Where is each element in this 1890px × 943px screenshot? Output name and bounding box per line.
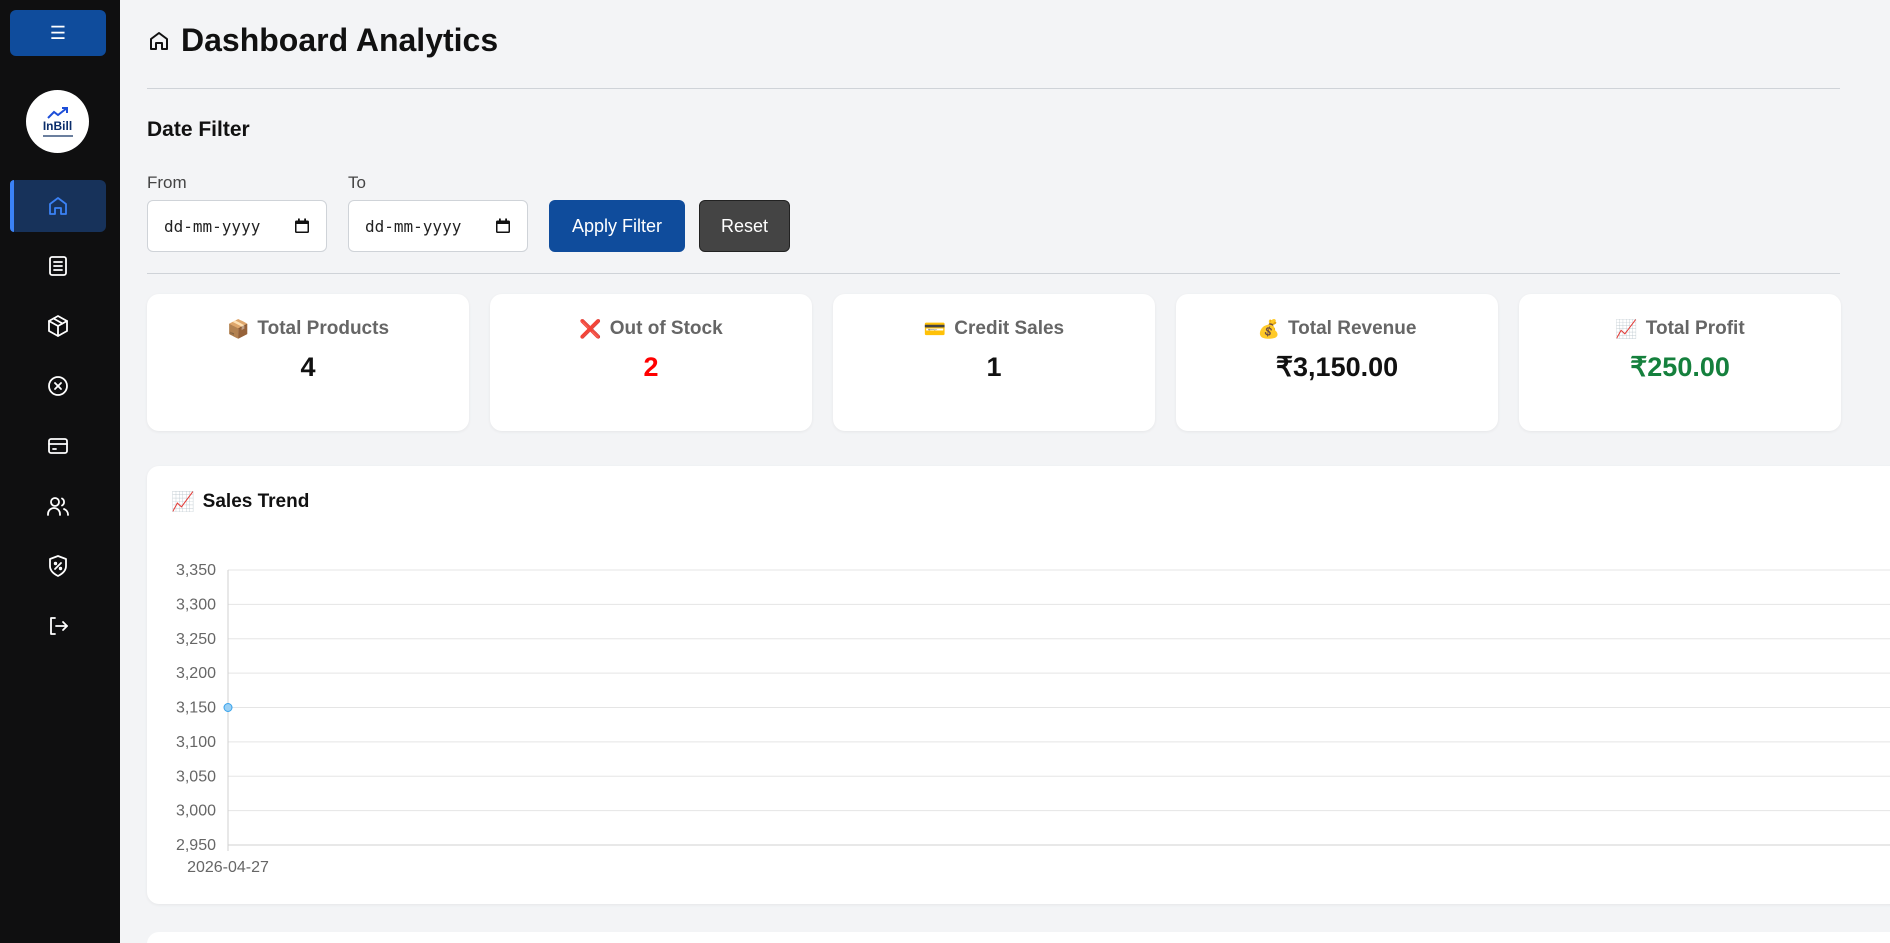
stat-label: Total Profit [1645,318,1745,339]
chart-header: 📈 Sales Trend [171,490,309,514]
logo-chart-icon [46,107,68,119]
y-tick-label: 3,300 [176,596,216,613]
sidebar-nav [10,180,106,660]
money-bag-icon: 💰 [1257,318,1280,339]
sidebar-item-products[interactable] [10,300,106,352]
y-tick-label: 3,200 [176,665,216,682]
divider [147,88,1840,89]
sidebar-item-discounts[interactable] [10,540,106,592]
users-icon [47,497,69,516]
credit-card-icon [48,438,68,454]
page-header: Dashboard Analytics [147,22,498,59]
chart-up-icon: 📈 [171,492,195,513]
stat-label: Total Products [257,318,390,339]
sidebar-item-customers[interactable] [10,480,106,532]
y-tick-label: 3,250 [176,631,216,648]
sidebar: ☰ InBill [0,0,120,943]
logo: InBill [26,90,89,153]
menu-toggle-button[interactable]: ☰ [10,10,106,56]
circle-x-icon [48,376,68,396]
data-point [223,703,233,712]
stat-card-total-profit: 📈 Total Profit ₹250.00 [1519,294,1841,431]
to-date-input[interactable]: dd-mm-yyyy [348,200,528,252]
home-icon [150,31,168,50]
stats-cards: 📦 Total Products 4 ❌ Out of Stock 2 💳 Credi… [147,294,1841,431]
page-title: Dashboard Analytics [181,22,499,58]
reset-button[interactable]: Reset [699,200,790,252]
stat-label: Out of Stock [609,318,723,339]
y-tick-label: 3,350 [176,562,216,579]
logout-icon [50,617,68,635]
stat-value: ₹250.00 [1630,352,1730,382]
logo-text: InBill [42,119,73,133]
calendar-icon[interactable] [294,218,310,234]
y-tick-label: 3,100 [176,734,216,751]
document-list-icon [49,256,67,276]
filter-section-title: Date Filter [147,118,250,141]
sidebar-item-dashboard[interactable] [10,180,106,232]
calendar-icon[interactable] [495,218,511,234]
y-tick-label: 3,150 [176,700,216,717]
from-date-value: dd-mm-yyyy [164,216,261,236]
sales-trend-chart: 3,350 3,300 3,250 3,200 3,150 3,100 3,050 3,000… [176,562,1890,876]
chart-up-icon: 📈 [1615,318,1638,339]
from-date-input[interactable]: dd-mm-yyyy [147,200,327,252]
sidebar-item-credit[interactable] [10,420,106,472]
box-icon [48,315,68,337]
apply-filter-button[interactable]: Apply Filter [549,200,685,252]
stat-value: 2 [643,352,659,382]
home-icon [49,197,67,215]
next-panel [147,932,1890,943]
sidebar-item-invoices[interactable] [10,240,106,292]
stat-card-total-products: 📦 Total Products 4 [147,294,469,431]
to-date-value: dd-mm-yyyy [365,216,462,236]
logo-tagline [42,135,73,137]
stat-label: Credit Sales [954,318,1065,339]
x-tick-label: 2026-04-27 [187,859,269,876]
from-label: From [147,173,187,192]
stat-value: 1 [986,352,1002,382]
stat-card-credit-sales: 💳 Credit Sales 1 [833,294,1155,431]
divider [147,273,1840,274]
stat-value: ₹3,150.00 [1275,352,1399,382]
stat-value: 4 [300,352,316,382]
stat-card-total-revenue: 💰 Total Revenue ₹3,150.00 [1176,294,1498,431]
sidebar-item-out-of-stock[interactable] [10,360,106,412]
sidebar-item-logout[interactable] [10,600,106,652]
to-label: To [348,173,366,192]
shield-percent-icon [49,555,67,577]
main-content: Dashboard Analytics Date Filter From dd-… [147,0,1890,943]
chart-title: Sales Trend [202,491,310,512]
cross-mark-icon: ❌ [579,318,602,339]
y-tick-label: 2,950 [176,837,216,854]
stat-card-out-of-stock: ❌ Out of Stock 2 [490,294,812,431]
credit-card-icon: 💳 [923,318,947,339]
sales-trend-panel: 3,350 3,300 3,250 3,200 3,150 3,100 3,050 3,000… [147,466,1890,904]
box-icon: 📦 [226,318,250,339]
stat-label: Total Revenue [1287,318,1417,339]
y-tick-label: 3,050 [176,768,216,785]
y-tick-label: 3,000 [176,803,216,820]
